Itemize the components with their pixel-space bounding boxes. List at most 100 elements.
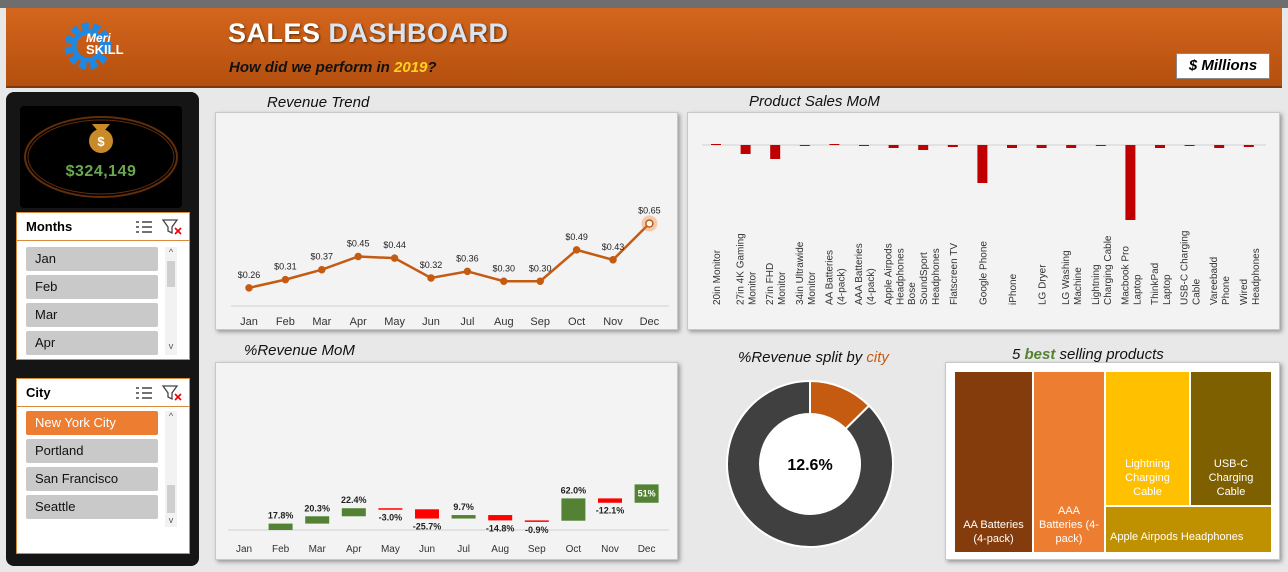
waterfall-x-tick: Oct xyxy=(566,544,582,555)
product-x-tick: USB-C Charging xyxy=(1180,231,1191,305)
product-x-tick: 20in Monitor xyxy=(712,249,723,305)
subtitle-year: 2019 xyxy=(394,59,428,76)
money-bag-icon: $ xyxy=(89,124,113,153)
waterfall-bar xyxy=(524,520,549,522)
kpi-decoration: $ xyxy=(24,116,178,198)
trend-x-tick: Oct xyxy=(568,316,585,328)
product-bar xyxy=(1125,145,1136,220)
scroll-down-icon[interactable]: v xyxy=(165,515,177,525)
waterfall-data-label: 62.0% xyxy=(561,485,587,495)
treemap-tile: AAA Batteries (4-pack) xyxy=(1034,372,1104,552)
waterfall-data-label: 20.3% xyxy=(304,503,330,513)
waterfall-x-tick: May xyxy=(381,544,400,555)
trend-data-label: $0.30 xyxy=(493,263,516,273)
donut-center-label: 12.6% xyxy=(787,457,832,474)
trend-x-tick: Nov xyxy=(603,316,623,328)
waterfall-data-label: -3.0% xyxy=(379,513,403,523)
product-x-tick: 27in FHD xyxy=(765,263,776,305)
product-x-tick-group: Apple Airpods Headphones xyxy=(884,243,907,305)
treemap-tile-label: Apple Airpods Headphones xyxy=(1110,530,1244,543)
trend-point xyxy=(572,246,581,254)
treemap-tile: AA Batteries (4-pack) xyxy=(955,372,1032,552)
top5-title: 5 best selling products xyxy=(1012,346,1164,363)
waterfall-bar xyxy=(488,515,513,521)
waterfall-data-label: -14.8% xyxy=(486,523,515,533)
revenue-mom-title: %Revenue MoM xyxy=(244,342,355,359)
product-x-tick: Flatscreen TV xyxy=(949,243,960,305)
product-x-tick: AAA Batteries xyxy=(854,243,865,305)
clear-filter-icon[interactable] xyxy=(161,384,183,402)
product-x-tick-group: LG Washing Machine xyxy=(1061,250,1084,305)
scroll-thumb[interactable] xyxy=(167,485,175,513)
product-x-tick: Lightning xyxy=(1091,264,1102,305)
slicer-item-portland[interactable]: Portland xyxy=(26,439,158,463)
city-scrollbar[interactable]: ^ v xyxy=(165,411,177,527)
waterfall-bar xyxy=(415,509,439,519)
product-x-tick-group: USB-C Charging Cable xyxy=(1180,231,1203,305)
top5-before: 5 xyxy=(1012,346,1025,363)
waterfall-x-tick: Jan xyxy=(236,544,252,555)
months-scrollbar[interactable]: ^ v xyxy=(165,247,177,355)
product-bar xyxy=(1243,145,1254,147)
slicer-item-seattle[interactable]: Seattle xyxy=(26,495,158,519)
revenue-trend-chart: $0.26 Jan $0.31 Feb $0.37 Mar $0.45 Apr $0.44 May… xyxy=(231,206,669,328)
product-x-tick-group: Vareebadd Phone xyxy=(1209,257,1232,305)
treemap-tile: USB-C Charging Cable xyxy=(1191,372,1271,505)
top5-after: selling products xyxy=(1055,346,1164,363)
trend-point xyxy=(609,256,617,264)
subtitle-after: ? xyxy=(427,59,437,76)
product-bar xyxy=(799,145,810,146)
product-x-tick: Monitor xyxy=(777,271,788,305)
unit-label: $ Millions xyxy=(1176,53,1270,79)
product-bar xyxy=(1007,145,1017,148)
product-x-tick-group: LG Dryer xyxy=(1038,264,1049,305)
clear-filter-icon[interactable] xyxy=(161,218,183,236)
header-banner xyxy=(6,8,1282,88)
product-x-tick: LG Dryer xyxy=(1038,264,1049,305)
product-x-tick-group: 27in FHD Monitor xyxy=(765,263,788,305)
slicer-item-new-york-city[interactable]: New York City xyxy=(26,411,158,435)
waterfall-data-label: 9.7% xyxy=(453,502,474,512)
slicer-item-jan[interactable]: Jan xyxy=(26,247,158,271)
slicer-item-mar[interactable]: Mar xyxy=(26,303,158,327)
product-x-tick: AA Batteries xyxy=(824,250,835,305)
product-x-tick: (4-pack) xyxy=(866,268,877,305)
months-slicer-header: Months xyxy=(17,213,189,241)
product-x-tick-group: Macbook Pro Laptop xyxy=(1120,246,1143,305)
waterfall-data-label: 17.8% xyxy=(268,511,294,521)
revenue-mom-chart: Jan Feb 17.8% Mar 20.3% Apr 22.4% May -3.0% Jun -2… xyxy=(228,484,669,555)
product-x-tick: Monitor xyxy=(748,271,759,305)
waterfall-x-tick: Mar xyxy=(309,544,327,555)
multi-select-icon[interactable] xyxy=(133,218,155,236)
product-x-tick-group: Flatscreen TV xyxy=(949,243,960,305)
product-x-tick: 27in 4K Gaming xyxy=(736,233,747,305)
scroll-up-icon[interactable]: ^ xyxy=(165,247,177,257)
trend-point xyxy=(318,265,326,274)
trend-x-tick: Dec xyxy=(640,316,660,328)
product-x-tick-group: Lightning Charging Cable xyxy=(1091,235,1114,305)
trend-data-label: $0.49 xyxy=(565,232,588,242)
trend-point xyxy=(645,219,654,228)
multi-select-icon[interactable] xyxy=(133,384,155,402)
product-x-tick: LG Washing xyxy=(1061,250,1072,305)
slicer-item-apr[interactable]: Apr xyxy=(26,331,158,355)
scroll-thumb[interactable] xyxy=(167,261,175,287)
trend-data-label: $0.45 xyxy=(347,239,370,249)
dashboard-title: SALES DASHBOARD xyxy=(228,18,509,49)
product-x-tick: Headphones xyxy=(896,248,907,305)
slicer-item-san-francisco[interactable]: San Francisco xyxy=(26,467,158,491)
trend-data-label: $0.32 xyxy=(420,260,443,270)
trend-point xyxy=(281,275,290,284)
product-x-tick: Vareebadd xyxy=(1209,257,1220,305)
trend-point xyxy=(536,277,544,285)
scroll-down-icon[interactable]: v xyxy=(165,341,177,351)
product-x-tick: Monitor xyxy=(807,271,818,305)
treemap-tile-label: AA Batteries (4-pack) xyxy=(963,519,1024,545)
scroll-up-icon[interactable]: ^ xyxy=(165,411,177,421)
slicer-item-feb[interactable]: Feb xyxy=(26,275,158,299)
product-x-tick-group: AAA Batteries (4-pack) xyxy=(854,243,877,305)
trend-x-tick: Jan xyxy=(240,316,258,328)
waterfall-x-tick: Jun xyxy=(419,544,435,555)
trend-x-tick: May xyxy=(384,316,405,328)
trend-x-tick: Aug xyxy=(494,316,514,328)
